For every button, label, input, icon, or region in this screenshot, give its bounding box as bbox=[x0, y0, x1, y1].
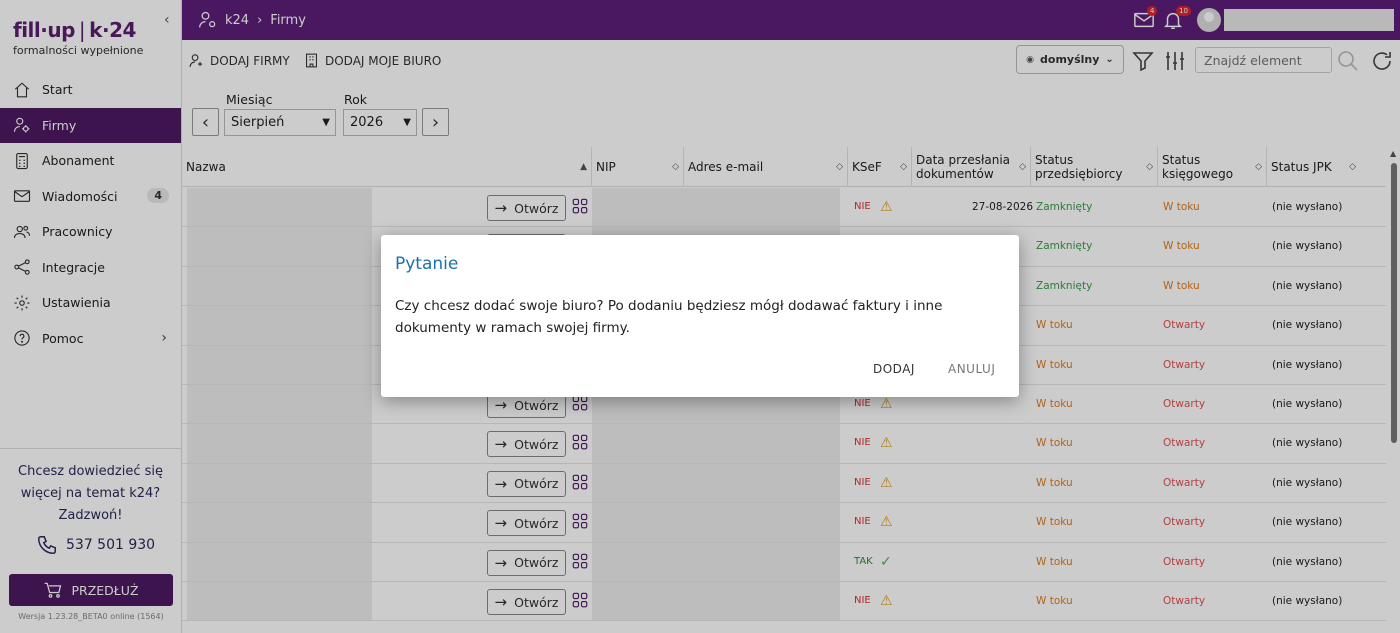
dialog-confirm-button[interactable]: DODAJ bbox=[873, 362, 915, 376]
dialog-title: Pytanie bbox=[395, 254, 459, 274]
app-root: fill·up | k·24 formalności wypełnione ‹ St… bbox=[0, 0, 1400, 633]
dialog-cancel-button[interactable]: ANULUJ bbox=[948, 362, 995, 376]
confirm-dialog: Pytanie Czy chcesz dodać swoje biuro? Po… bbox=[381, 235, 1019, 397]
dialog-message: Czy chcesz dodać swoje biuro? Po dodaniu… bbox=[395, 298, 943, 336]
